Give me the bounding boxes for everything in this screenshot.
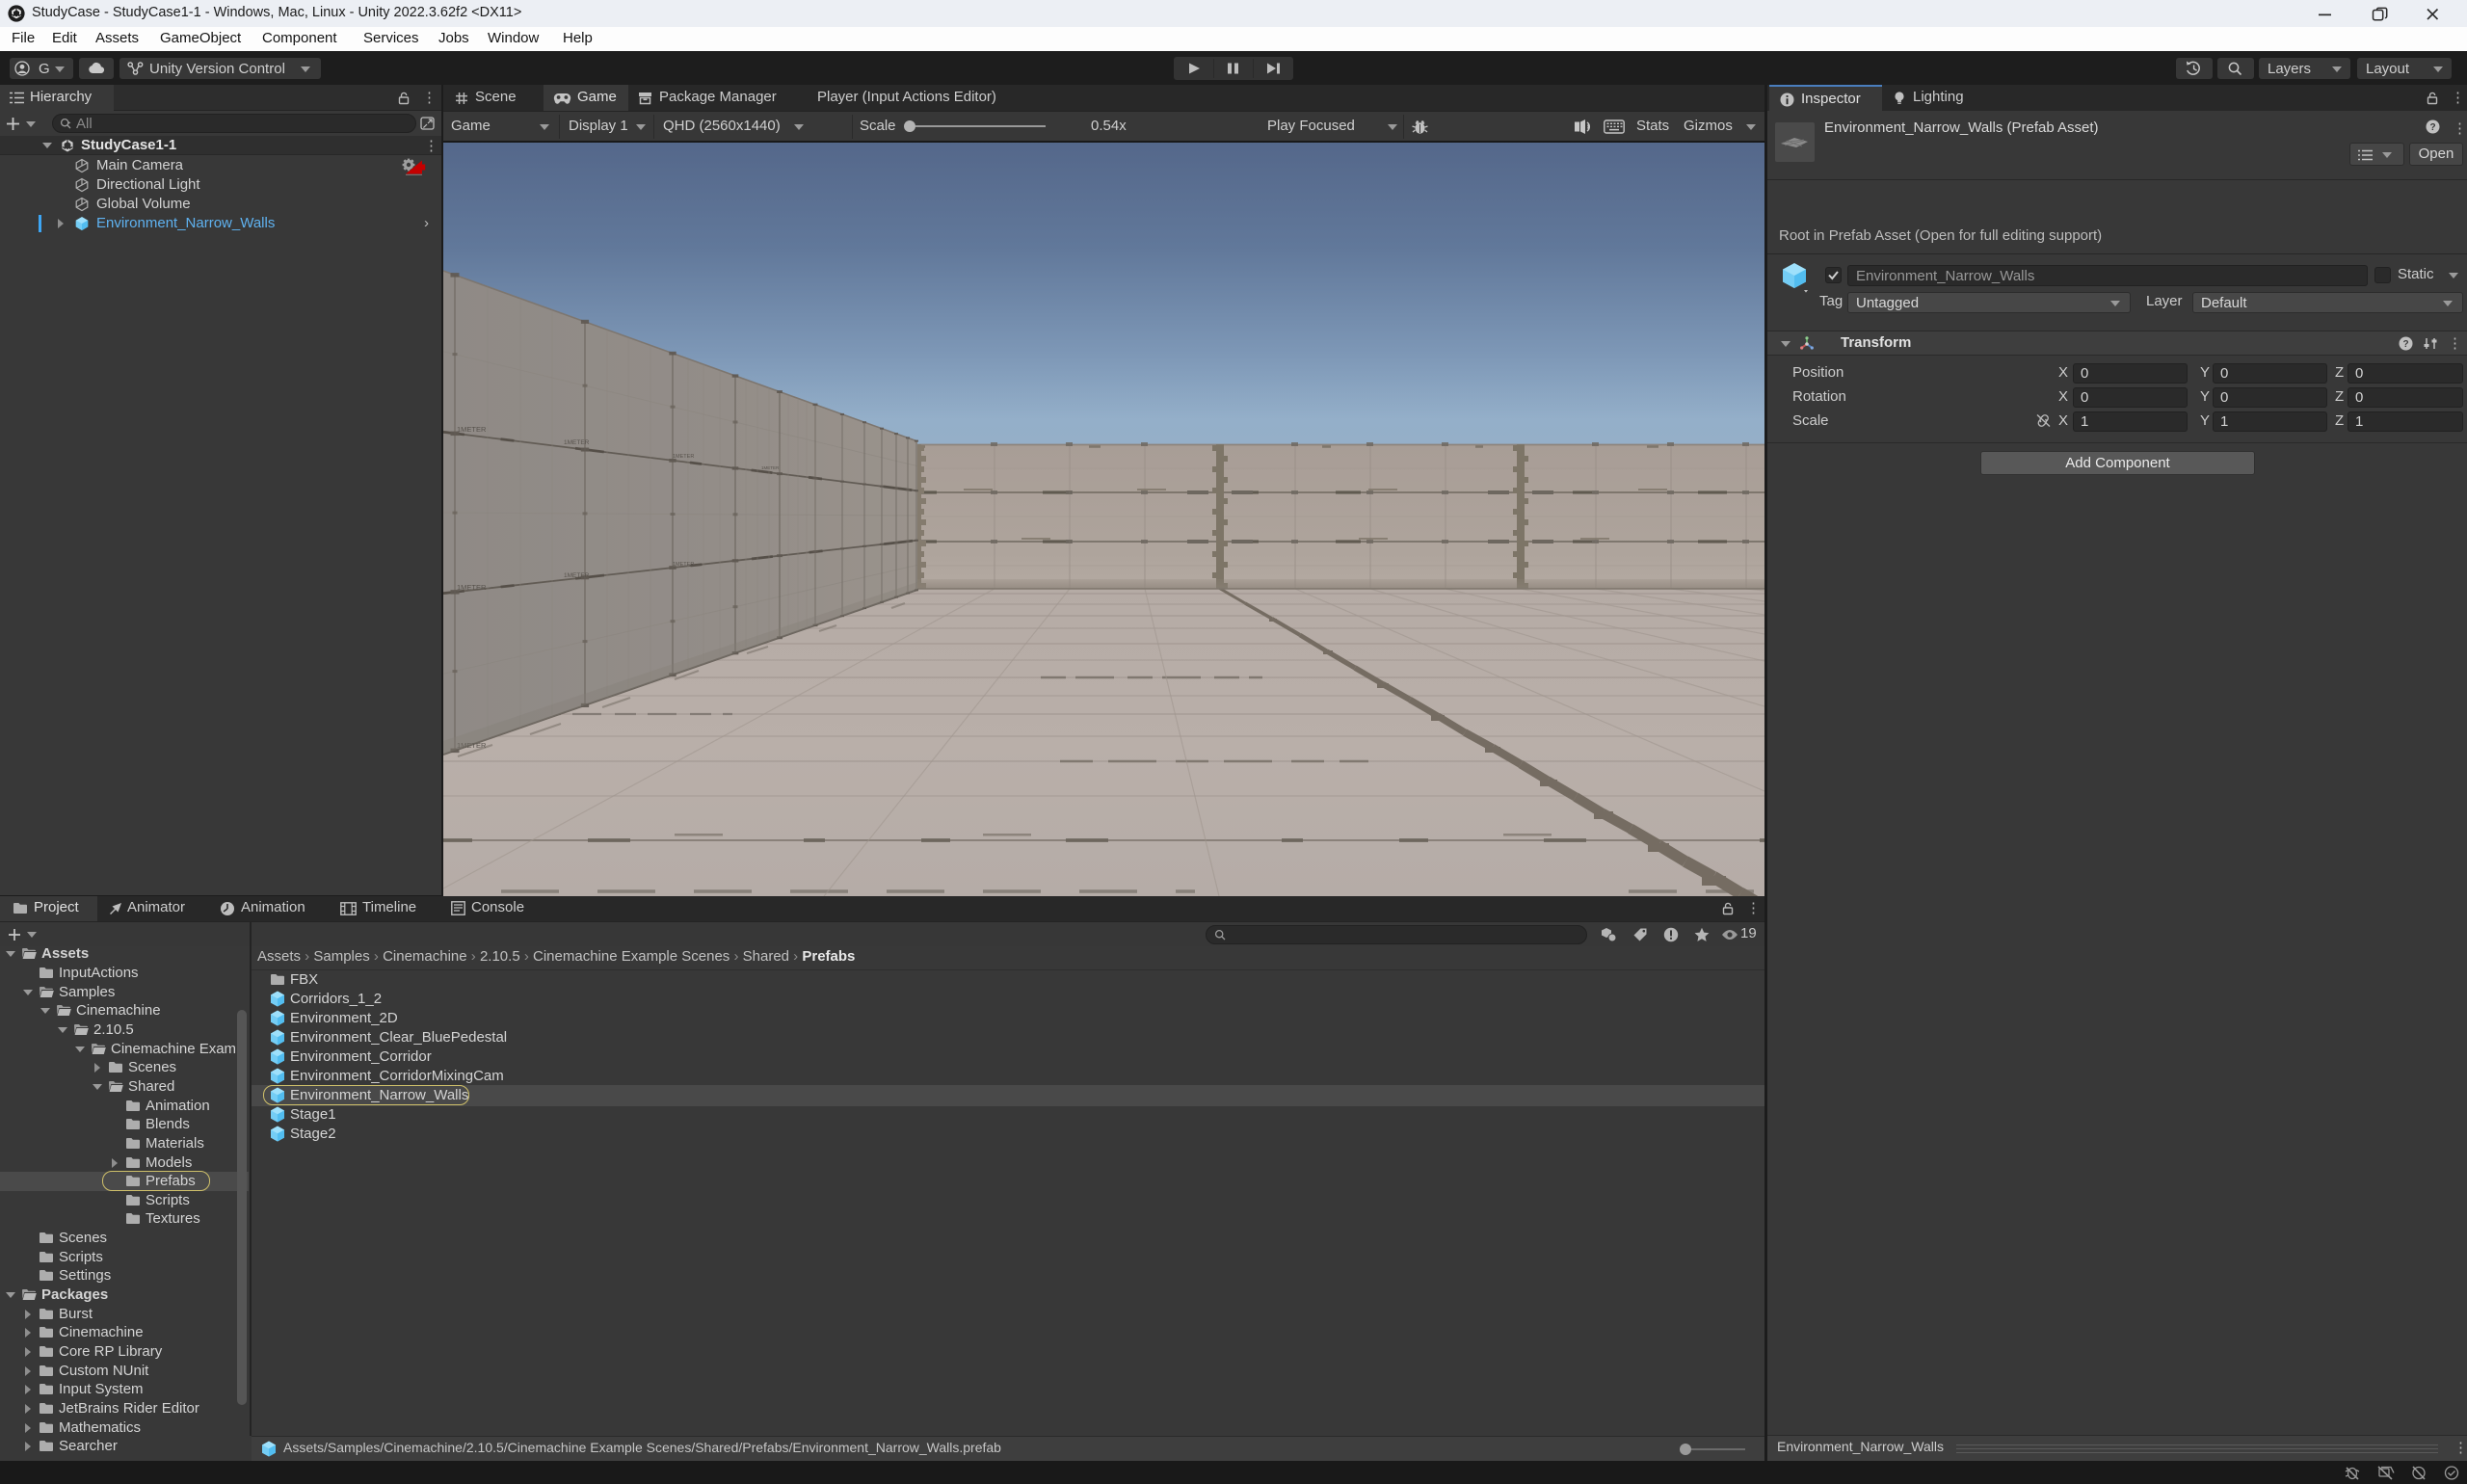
svg-text:1METER: 1METER — [564, 572, 590, 579]
svg-text:?: ? — [2402, 339, 2408, 350]
svg-text:1METER: 1METER — [457, 425, 487, 434]
svg-text:1METER: 1METER — [761, 465, 780, 470]
svg-text:?: ? — [2429, 122, 2435, 133]
svg-text:1METER: 1METER — [673, 562, 694, 568]
svg-text:1METER: 1METER — [457, 583, 487, 592]
svg-text:1METER: 1METER — [673, 454, 694, 460]
svg-text:1METER: 1METER — [564, 439, 590, 446]
